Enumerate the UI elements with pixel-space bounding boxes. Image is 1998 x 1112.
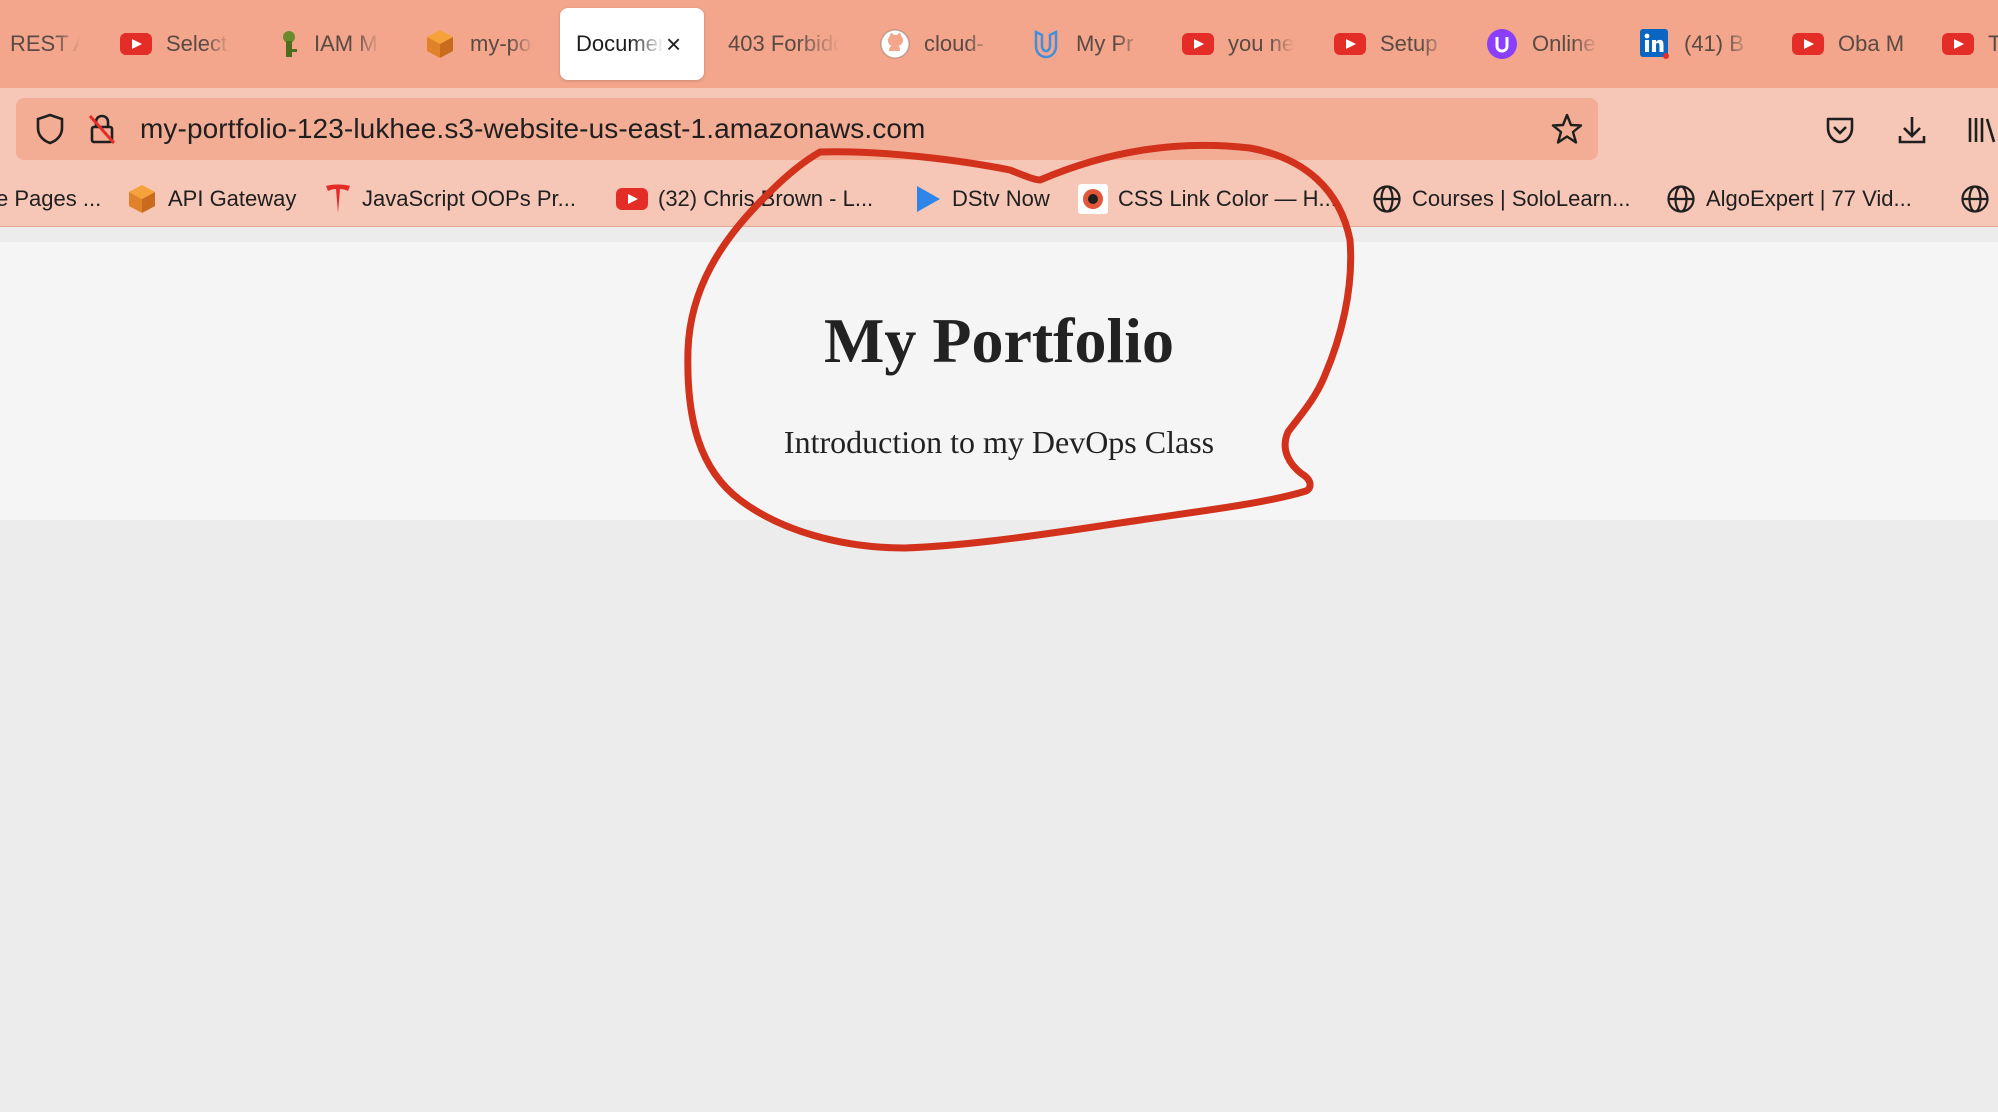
tab-label: T [1988,31,1998,56]
library-icon[interactable] [1966,112,1998,148]
url-text[interactable]: my-portfolio-123-lukhee.s3-website-us-ea… [140,98,925,160]
youtube-icon [1792,33,1824,55]
css-tricks-icon [1078,184,1108,214]
bookmark-label: DStv Now [952,186,1050,211]
tab-oba-m[interactable]: Oba M [1792,8,1910,80]
globe-icon [1372,184,1402,214]
globe-icon [1960,184,1990,214]
tab-403-forbidden[interactable]: 403 Forbidden [728,8,840,80]
tab-label: cloud- [924,31,984,56]
tab-label: my-portfolio [470,31,534,56]
tab-setup[interactable]: Setup [1334,8,1446,80]
tab-label: Online [1532,31,1596,56]
tab-cloud[interactable]: cloud- [880,8,992,80]
close-tab-icon[interactable]: × [666,31,681,57]
bookmark-item[interactable]: CSS Link Color — H... [1078,172,1337,226]
tab-label: 403 Forbidden [728,31,840,56]
bookmark-item[interactable]: Courses | SoloLearn... [1372,172,1631,226]
youtube-icon [616,188,648,210]
tab-online[interactable]: Online [1486,8,1598,80]
youtube-icon [120,33,152,55]
page-header-section: My Portfolio Introduction to my DevOps C… [0,242,1998,520]
bookmark-label: (32) Chris Brown - L... [658,186,874,211]
bookmark-item[interactable]: e Pages ... [0,172,101,226]
bookmark-label: AlgoExpert | 77 Vid... [1706,186,1912,211]
tab-you-ne[interactable]: you ne [1182,8,1294,80]
tab-select[interactable]: Select [120,8,230,80]
page-subtitle: Introduction to my DevOps Class [783,424,1215,460]
bookmarks-toolbar: e Pages ... API Gateway JavaScript OOPs … [0,172,1998,227]
tab-iam[interactable]: IAM M [278,8,382,80]
linkedin-icon [1640,29,1670,59]
bookmark-label: CSS Link Color — H... [1118,186,1337,211]
bookmark-item[interactable]: JavaScript OOPs Pr... [324,172,576,226]
bookmark-label: API Gateway [168,186,297,211]
tab-label: Oba M [1838,31,1905,56]
tab-t[interactable]: T [1942,8,1998,80]
tab-label: Document [576,31,664,56]
tesla-icon [324,183,352,215]
youtube-icon [1182,33,1214,55]
bookmark-star-icon[interactable] [1550,112,1584,146]
bookmark-item[interactable]: (32) Chris Brown - L... [616,172,873,226]
pocket-icon[interactable] [1822,112,1858,148]
tab-label: you ne [1228,31,1294,56]
tab-strip: REST API Select IAM M my-portfolio Docum… [0,0,1998,88]
tab-linkedin[interactable]: (41) B [1640,8,1752,80]
tracking-protection-shield-icon[interactable] [34,113,66,145]
bookmark-label: e Pages ... [0,186,102,211]
tab-label: Select [166,31,228,56]
bookmark-item[interactable] [1960,172,1998,226]
youtube-icon [1334,33,1366,55]
aws-iam-icon [278,29,300,59]
navigation-toolbar: my-portfolio-123-lukhee.s3-website-us-ea… [0,88,1998,172]
udemy-purple-icon [1486,28,1518,60]
tab-my-portfolio[interactable]: my-portfolio [424,8,534,80]
tab-label: (41) B [1684,31,1744,56]
bookmark-item[interactable]: DStv Now [912,172,1050,226]
tab-rest-api[interactable]: REST API [10,8,80,80]
page-background [0,227,1998,242]
tab-label: My Pr [1076,31,1134,56]
tab-document[interactable]: Document × [560,8,704,80]
address-bar[interactable]: my-portfolio-123-lukhee.s3-website-us-ea… [16,98,1598,160]
bookmark-item[interactable]: API Gateway [126,172,296,226]
download-icon[interactable] [1894,112,1930,148]
bookmark-item[interactable]: AlgoExpert | 77 Vid... [1666,172,1912,226]
aws-box-icon [424,28,456,60]
insecure-lock-icon[interactable] [86,113,118,145]
bookmark-label: JavaScript OOPs Pr... [362,186,576,211]
tab-label: Setup [1380,31,1438,56]
bookmark-label: Courses | SoloLearn... [1412,186,1631,211]
aws-box-icon [126,183,158,215]
tab-label: IAM M [314,31,378,56]
globe-icon [1666,184,1696,214]
dstv-play-icon [912,184,942,214]
tab-my-pr[interactable]: My Pr [1030,8,1142,80]
udemy-icon [1030,28,1062,60]
page-title: My Portfolio [823,305,1175,376]
github-icon [880,29,910,59]
youtube-icon [1942,33,1974,55]
tab-label: REST API [10,31,80,56]
